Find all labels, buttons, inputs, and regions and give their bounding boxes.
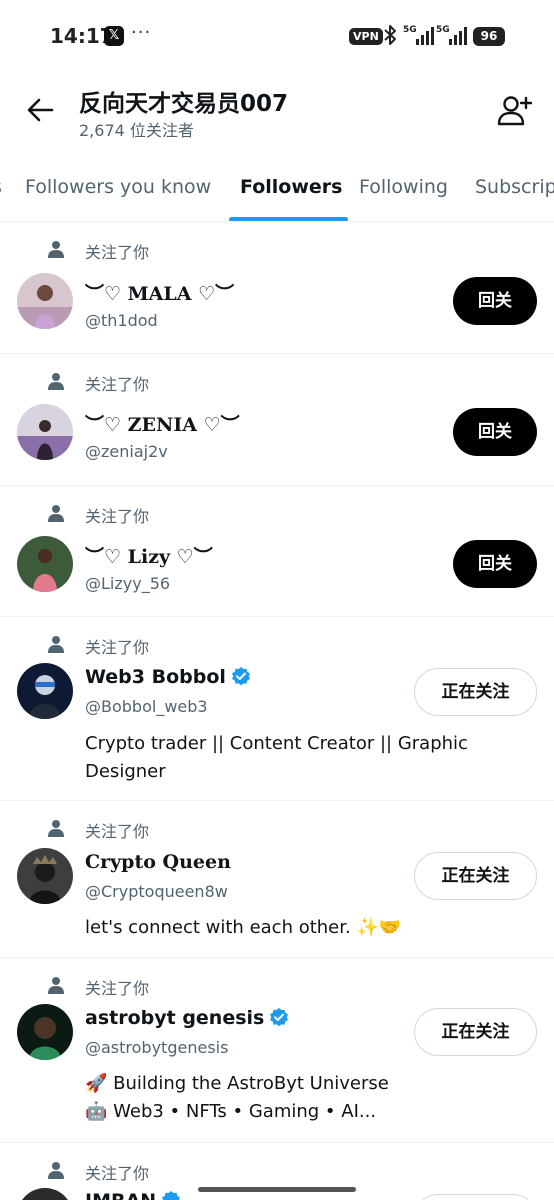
follower-row[interactable]: 关注了你 ︶♡ ZENIA ♡︶ @zeniaj2v 回关 bbox=[0, 354, 554, 486]
avatar[interactable] bbox=[17, 1188, 73, 1200]
avatar[interactable] bbox=[17, 848, 73, 904]
avatar[interactable] bbox=[17, 1004, 73, 1060]
more-notifications-icon: ··· bbox=[131, 22, 152, 43]
tab-subscriptions[interactable]: Subscriptions bbox=[475, 176, 554, 198]
user-handle[interactable]: @Bobbol_web3 bbox=[85, 697, 208, 716]
signal-5g-icon: 5G bbox=[403, 25, 435, 51]
follows-you-label: 关注了你 bbox=[85, 507, 150, 526]
user-bio: 🚀 Building the AstroByt Universe 🤖 Web3 … bbox=[85, 1073, 389, 1122]
display-name[interactable]: ︶♡ MALA ♡︶ bbox=[85, 279, 234, 306]
tab-bar: s Followers you know Followers Following… bbox=[0, 156, 554, 222]
follower-row[interactable]: 关注了你 ︶♡ MALA ♡︶ @th1dod 回关 bbox=[0, 222, 554, 354]
follows-you-label: 关注了你 bbox=[85, 243, 150, 262]
follows-you-label: 关注了你 bbox=[85, 1164, 150, 1183]
person-icon bbox=[48, 505, 64, 522]
follower-row[interactable]: 关注了你 ︶♡ Lizy ♡︶ @Lizyy_56 回关 bbox=[0, 486, 554, 617]
follows-you-label: 关注了你 bbox=[85, 979, 150, 998]
user-handle[interactable]: @astrobytgenesis bbox=[85, 1038, 228, 1057]
tab-following[interactable]: Following bbox=[359, 176, 448, 198]
battery-icon: 96 bbox=[473, 27, 505, 46]
follows-you-label: 关注了你 bbox=[85, 638, 150, 657]
follower-row[interactable]: 关注了你 Web3 Bobbol @Bobbol_web3 Crypto tra… bbox=[0, 617, 554, 801]
display-name[interactable]: ︶♡ ZENIA ♡︶ bbox=[85, 410, 240, 437]
follow-back-button[interactable]: 回关 bbox=[453, 540, 537, 588]
person-icon bbox=[48, 977, 64, 994]
avatar[interactable] bbox=[17, 536, 73, 592]
display-name[interactable]: Crypto Queen bbox=[85, 851, 231, 873]
follows-you-label: 关注了你 bbox=[85, 822, 150, 841]
page-title: 反向天才交易员007 bbox=[79, 91, 289, 117]
person-icon bbox=[48, 636, 64, 653]
verified-badge-icon bbox=[270, 1008, 289, 1027]
follow-back-button[interactable]: 回关 bbox=[453, 277, 537, 325]
user-handle[interactable]: @Cryptoqueen8w bbox=[85, 882, 228, 901]
following-button[interactable]: 正在关注 bbox=[414, 852, 537, 900]
following-button[interactable] bbox=[414, 1194, 537, 1200]
avatar[interactable] bbox=[17, 663, 73, 719]
signal-5g-icon-2: 5G bbox=[436, 25, 468, 51]
follow-back-button[interactable]: 回关 bbox=[453, 408, 537, 456]
person-icon bbox=[48, 241, 64, 258]
display-name[interactable]: Web3 Bobbol bbox=[85, 666, 251, 688]
status-bar: 14:17 𝕏 ··· VPN 5G 5G 96 bbox=[0, 0, 554, 72]
user-handle[interactable]: @th1dod bbox=[85, 311, 158, 330]
header: 反向天才交易员007 2,674 位关注者 bbox=[0, 72, 554, 156]
following-button[interactable]: 正在关注 bbox=[414, 668, 537, 716]
verified-badge-icon bbox=[231, 667, 250, 686]
follower-row[interactable]: 关注了你 astrobyt genesis @astrobytgenesis 🚀… bbox=[0, 958, 554, 1143]
display-name[interactable]: ︶♡ Lizy ♡︶ bbox=[85, 542, 213, 569]
avatar[interactable] bbox=[17, 404, 73, 460]
user-handle[interactable]: @Lizyy_56 bbox=[85, 574, 170, 593]
follows-you-label: 关注了你 bbox=[85, 375, 150, 394]
tab-followers-you-know[interactable]: Followers you know bbox=[25, 176, 211, 198]
person-icon bbox=[48, 373, 64, 390]
tab-verified-followers[interactable]: s bbox=[0, 176, 2, 198]
user-handle[interactable]: @zeniaj2v bbox=[85, 442, 168, 461]
vpn-icon: VPN bbox=[349, 28, 383, 45]
person-icon bbox=[48, 1162, 64, 1179]
user-bio: let's connect with each other. ✨🤝 bbox=[85, 917, 402, 938]
user-bio: Crypto trader || Content Creator || Grap… bbox=[85, 733, 468, 782]
avatar[interactable] bbox=[17, 273, 73, 329]
bluetooth-icon bbox=[384, 25, 396, 45]
verified-badge-icon bbox=[162, 1191, 181, 1200]
x-app-notification-icon: 𝕏 bbox=[104, 26, 124, 46]
display-name[interactable]: IMRAN bbox=[85, 1190, 181, 1200]
follower-row[interactable]: 关注了你 Crypto Queen @Cryptoqueen8w let's c… bbox=[0, 801, 554, 958]
tab-followers[interactable]: Followers bbox=[240, 176, 342, 198]
display-name[interactable]: astrobyt genesis bbox=[85, 1007, 289, 1029]
home-indicator[interactable] bbox=[198, 1187, 356, 1192]
add-user-icon[interactable] bbox=[496, 94, 532, 126]
follower-count: 2,674 位关注者 bbox=[79, 121, 194, 140]
back-arrow-icon[interactable] bbox=[24, 94, 56, 126]
person-icon bbox=[48, 820, 64, 837]
following-button[interactable]: 正在关注 bbox=[414, 1008, 537, 1056]
